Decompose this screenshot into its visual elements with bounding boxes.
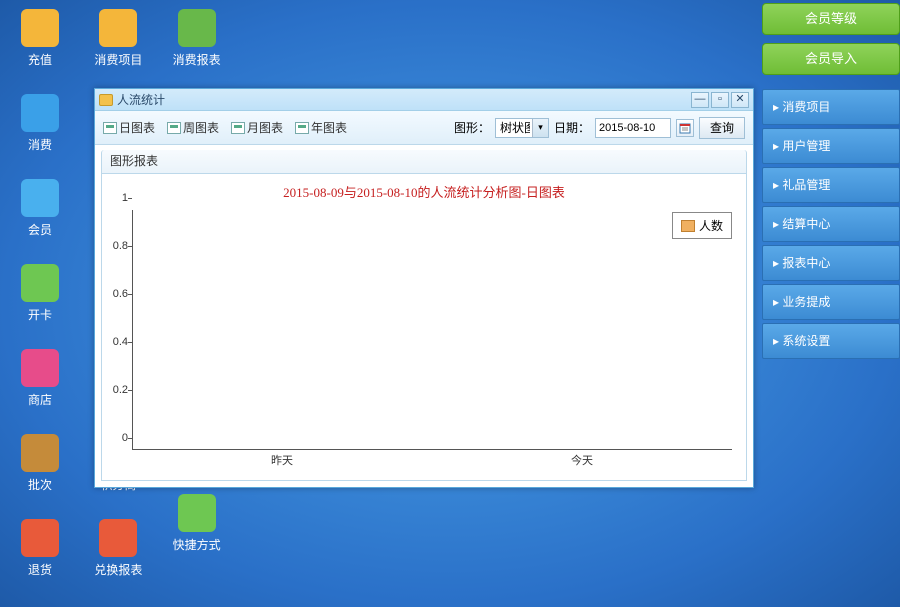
- nav-menu-item[interactable]: ▸ 用户管理: [762, 128, 900, 164]
- window-title-bar[interactable]: 人流统计 — ▫ ✕: [95, 89, 753, 111]
- right-sidebar: 会员等级会员导入▸ 消费项目▸ 用户管理▸ 礼品管理▸ 结算中心▸ 报表中心▸ …: [762, 3, 900, 362]
- desktop-icon[interactable]: 商店: [5, 345, 75, 412]
- app-icon: [21, 434, 59, 472]
- desktop-icon[interactable]: 会员: [5, 175, 75, 242]
- app-icon: [21, 264, 59, 302]
- y-tick: 0.2: [106, 384, 128, 396]
- desktop-icon-label: 退货: [5, 561, 75, 578]
- desktop-icon-label: 快捷方式: [162, 536, 232, 553]
- nav-menu-item[interactable]: ▸ 系统设置: [762, 323, 900, 359]
- desktop-icon[interactable]: 批次: [5, 430, 75, 497]
- app-icon: [178, 494, 216, 532]
- nav-menu-item[interactable]: ▸ 礼品管理: [762, 167, 900, 203]
- desktop-icon-label: 商店: [5, 391, 75, 408]
- window-title: 人流统计: [117, 91, 689, 108]
- chart-icon: [167, 122, 181, 134]
- app-icon: [21, 94, 59, 132]
- desktop-icon[interactable]: 开卡: [5, 260, 75, 327]
- shape-select[interactable]: [495, 118, 549, 138]
- y-tick: 0.8: [106, 240, 128, 252]
- app-icon: [21, 349, 59, 387]
- y-tick: 0.4: [106, 336, 128, 348]
- desktop-icon-label: 开卡: [5, 306, 75, 323]
- desktop-icon-label: 批次: [5, 476, 75, 493]
- app-icon: [21, 179, 59, 217]
- desktop-icon[interactable]: 退货: [5, 515, 75, 582]
- desktop-icon[interactable]: 消费报表: [162, 5, 232, 72]
- nav-menu-item[interactable]: ▸ 业务提成: [762, 284, 900, 320]
- y-tick: 1: [106, 192, 128, 204]
- desktop-icon-label: 会员: [5, 221, 75, 238]
- calendar-icon[interactable]: [676, 119, 694, 137]
- desktop-icon[interactable]: 快捷方式: [162, 490, 232, 557]
- app-icon: [21, 9, 59, 47]
- tab-week-label: 周图表: [183, 119, 219, 136]
- x-tick: 今天: [571, 452, 593, 468]
- date-input[interactable]: [595, 118, 671, 138]
- query-button[interactable]: 查询: [699, 117, 745, 139]
- app-icon: [21, 519, 59, 557]
- stats-window: 人流统计 — ▫ ✕ 日图表 周图表 月图表 年图表 图形： ▾ 日期： 查询 …: [94, 88, 754, 488]
- nav-menu-item[interactable]: ▸ 结算中心: [762, 206, 900, 242]
- tab-year[interactable]: 年图表: [295, 119, 347, 136]
- y-tick: 0: [106, 432, 128, 444]
- app-icon: [99, 9, 137, 47]
- desktop-icon[interactable]: 充值: [5, 5, 75, 72]
- tab-day-label: 日图表: [119, 119, 155, 136]
- desktop-icon-label: 兑换报表: [83, 561, 153, 578]
- maximize-button[interactable]: ▫: [711, 92, 729, 108]
- desktop-icon[interactable]: 兑换报表: [83, 515, 153, 582]
- chart-icon: [231, 122, 245, 134]
- nav-menu-item[interactable]: ▸ 消费项目: [762, 89, 900, 125]
- desktop-icon-label: 消费报表: [162, 51, 232, 68]
- action-button[interactable]: 会员导入: [762, 43, 900, 75]
- chart-icon: [103, 122, 117, 134]
- desktop-icon-label: 消费: [5, 136, 75, 153]
- minimize-button[interactable]: —: [691, 92, 709, 108]
- folder-icon: [99, 94, 113, 106]
- action-button[interactable]: 会员等级: [762, 3, 900, 35]
- chart-title: 2015-08-09与2015-08-10的人流统计分析图-日图表: [110, 182, 738, 201]
- chart-area: 2015-08-09与2015-08-10的人流统计分析图-日图表 人数 00.…: [101, 174, 747, 481]
- x-tick: 昨天: [271, 452, 293, 468]
- tab-month-label: 月图表: [247, 119, 283, 136]
- app-icon: [178, 9, 216, 47]
- chart-plot: 00.20.40.60.81昨天今天: [132, 210, 732, 450]
- tab-month[interactable]: 月图表: [231, 119, 283, 136]
- window-toolbar: 日图表 周图表 月图表 年图表 图形： ▾ 日期： 查询: [95, 111, 753, 145]
- app-icon: [99, 519, 137, 557]
- nav-menu-item[interactable]: ▸ 报表中心: [762, 245, 900, 281]
- close-button[interactable]: ✕: [731, 92, 749, 108]
- tab-year-label: 年图表: [311, 119, 347, 136]
- desktop-icon[interactable]: 消费: [5, 90, 75, 157]
- desktop-icon[interactable]: 消费项目: [83, 5, 153, 72]
- y-tick: 0.6: [106, 288, 128, 300]
- date-label: 日期：: [554, 119, 590, 136]
- tab-week[interactable]: 周图表: [167, 119, 219, 136]
- tab-day[interactable]: 日图表: [103, 119, 155, 136]
- chart-icon: [295, 122, 309, 134]
- desktop-icon-label: 充值: [5, 51, 75, 68]
- shape-label: 图形：: [454, 119, 490, 136]
- section-header: 图形报表: [101, 150, 747, 174]
- desktop-icon-label: 消费项目: [83, 51, 153, 68]
